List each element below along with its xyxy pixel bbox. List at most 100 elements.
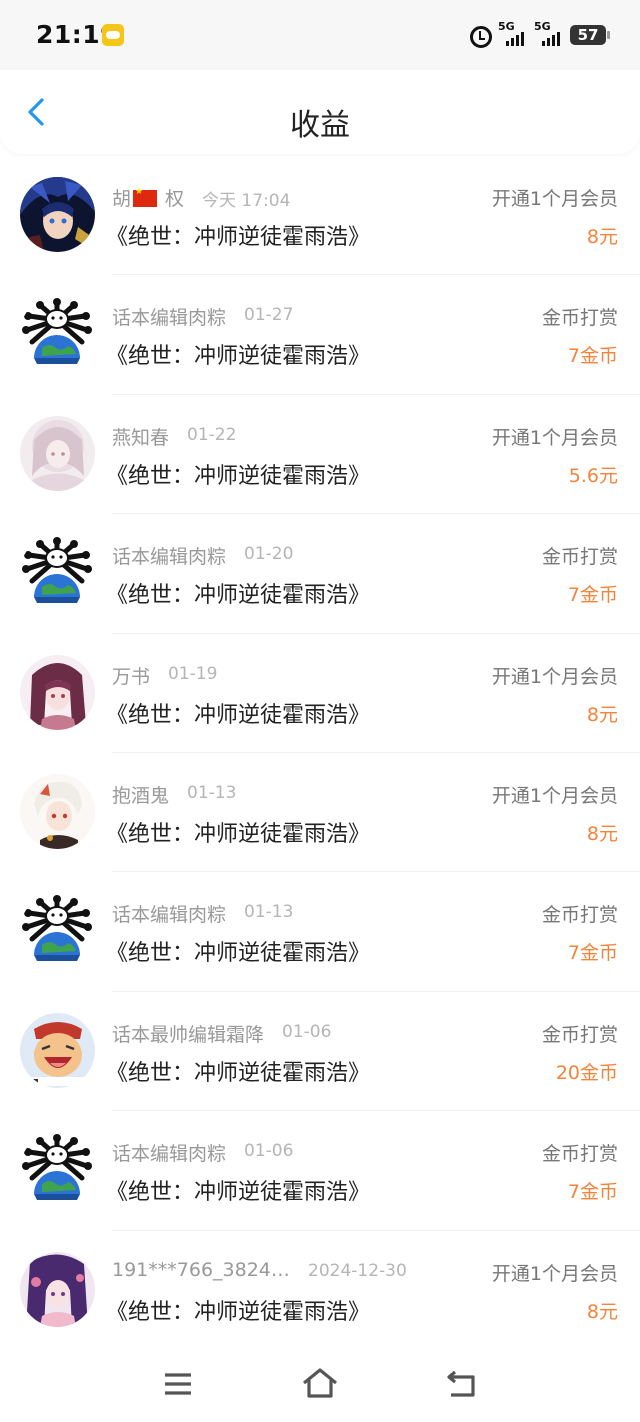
reward-type: 金币打赏	[541, 546, 618, 569]
page-title: 收益	[290, 108, 350, 143]
avatar[interactable]	[20, 177, 95, 252]
timestamp: 01-22	[187, 424, 237, 445]
alarm-clock-icon	[468, 23, 492, 48]
book-title: 《绝世：冲师逆徒霍雨浩》	[106, 344, 371, 370]
return-icon	[447, 1370, 475, 1397]
header: 收益	[0, 70, 640, 154]
book-title: 《绝世：冲师逆徒霍雨浩》	[106, 1299, 371, 1325]
menu-button[interactable]	[158, 1366, 198, 1402]
list-item[interactable]: 万书 01-19 《绝世：冲师逆徒霍雨浩》 开通1个月会员 8元	[0, 634, 640, 753]
list-item[interactable]: 燕知春 01-22 《绝世：冲师逆徒霍雨浩》 开通1个月会员 5.6元	[0, 395, 640, 515]
list-item[interactable]: 胡 权今天 17:04 《绝世：冲师逆徒霍雨浩》 开通1个月会员 8元	[0, 156, 640, 276]
user-name: 胡 权	[112, 184, 184, 211]
menu-icon	[165, 1373, 191, 1395]
user-name-text: 191***766_3824…	[112, 1258, 290, 1281]
user-name-text: 话本编辑肉粽	[112, 307, 227, 330]
book-title: 《绝世：冲师逆徒霍雨浩》	[106, 702, 371, 728]
reward-type: 金币打赏	[541, 1023, 618, 1046]
earning-amount: 7金币	[567, 942, 618, 965]
earning-amount: 7金币	[567, 584, 618, 607]
earning-amount: 8元	[586, 226, 618, 248]
earning-amount: 8元	[586, 822, 618, 845]
list-item[interactable]: 话本编辑肉粽 01-20 《绝世：冲师逆徒霍雨浩》 金币打赏 7金币	[0, 514, 640, 634]
avatar[interactable]	[20, 773, 95, 849]
timestamp: 今天 17:04	[202, 191, 291, 211]
user-name: 万书	[112, 662, 150, 689]
book-title: 《绝世：冲师逆徒霍雨浩》	[106, 941, 371, 967]
battery-level: 57	[577, 26, 599, 44]
user-name-text: 燕知春	[112, 426, 170, 449]
book-title: 《绝世：冲师逆徒霍雨浩》	[106, 225, 371, 250]
avatar[interactable]	[20, 535, 95, 611]
timestamp: 01-13	[244, 902, 294, 923]
timestamp: 01-20	[244, 544, 294, 565]
book-title: 《绝世：冲师逆徒霍雨浩》	[106, 463, 371, 489]
earning-amount: 7金币	[567, 345, 618, 368]
home-button[interactable]	[300, 1366, 340, 1402]
earning-amount: 20金币	[555, 1061, 618, 1084]
user-name-part: 胡	[112, 188, 132, 210]
user-name: 话本编辑肉粽	[112, 1139, 226, 1166]
signal-strength-icon: 5G	[498, 20, 528, 48]
reward-type: 开通1个月会员	[491, 188, 618, 210]
reward-type: 开通1个月会员	[491, 426, 618, 449]
user-name: 话本编辑肉粽	[112, 900, 226, 927]
user-name-part: 权	[159, 188, 185, 210]
status-indicators: 5G 5G 57	[468, 20, 610, 50]
back-nav-button[interactable]	[442, 1366, 482, 1402]
user-name-text: 话本编辑肉粽	[112, 904, 227, 927]
user-name-text: 话本最帅编辑霜降	[112, 1023, 265, 1046]
earning-amount: 5.6元	[568, 464, 618, 487]
china-flag-icon	[133, 187, 158, 207]
user-name: 抱酒鬼	[112, 781, 169, 808]
list-item[interactable]: 话本编辑肉粽 01-13 《绝世：冲师逆徒霍雨浩》 金币打赏 7金币	[0, 872, 640, 992]
system-nav-bar	[0, 1346, 640, 1422]
avatar[interactable]	[20, 415, 95, 491]
book-title: 《绝世：冲师逆徒霍雨浩》	[106, 821, 371, 847]
user-name-text: 话本编辑肉粽	[112, 546, 227, 569]
avatar[interactable]	[20, 1132, 95, 1208]
timestamp: 01-06	[282, 1021, 332, 1042]
reward-type: 开通1个月会员	[491, 665, 618, 688]
list-item[interactable]: 抱酒鬼 01-13 《绝世：冲师逆徒霍雨浩》 开通1个月会员 8元	[0, 753, 640, 873]
earning-amount: 8元	[586, 1300, 618, 1323]
user-name: 话本编辑肉粽	[112, 542, 226, 569]
timestamp: 2024-12-30	[308, 1260, 407, 1281]
user-name: 话本编辑肉粽	[112, 303, 226, 330]
earning-amount: 7金币	[567, 1181, 618, 1204]
user-name-text: 话本编辑肉粽	[112, 1143, 227, 1166]
user-name: 191***766_3824…	[112, 1259, 290, 1281]
reward-type: 开通1个月会员	[491, 1262, 618, 1285]
signal-strength-icon: 5G	[534, 20, 564, 48]
timestamp: 01-06	[244, 1141, 294, 1162]
avatar[interactable]	[20, 296, 95, 372]
list-item[interactable]: 话本编辑肉粽 01-27 《绝世：冲师逆徒霍雨浩》 金币打赏 7金币	[0, 275, 640, 395]
timestamp: 01-19	[168, 663, 218, 684]
list-item[interactable]: 话本编辑肉粽 01-06 《绝世：冲师逆徒霍雨浩》 金币打赏 7金币	[0, 1111, 640, 1231]
reward-type: 金币打赏	[541, 307, 618, 330]
book-title: 《绝世：冲师逆徒霍雨浩》	[106, 1060, 371, 1086]
book-title: 《绝世：冲师逆徒霍雨浩》	[106, 583, 371, 609]
timestamp: 01-27	[244, 305, 294, 326]
user-name: 燕知春	[112, 423, 169, 450]
reward-type: 金币打赏	[541, 1143, 618, 1166]
reward-type: 开通1个月会员	[491, 784, 618, 807]
home-icon	[302, 1368, 338, 1398]
user-name-text: 万书	[112, 665, 151, 688]
earnings-list: 胡 权今天 17:04《绝世：冲师逆徒霍雨浩》开通1个月会员8元话本编辑肉粽01…	[0, 156, 640, 1350]
avatar[interactable]	[20, 893, 95, 969]
game-controller-icon	[102, 24, 124, 46]
user-name-text: 抱酒鬼	[112, 784, 170, 807]
status-bar: 21:19 5G 5G 57	[0, 0, 640, 70]
avatar[interactable]	[20, 654, 95, 730]
book-title: 《绝世：冲师逆徒霍雨浩》	[106, 1180, 371, 1206]
earning-amount: 8元	[586, 703, 618, 726]
timestamp: 01-13	[187, 782, 237, 803]
list-item[interactable]: 191***766_3824… 2024-12-30 《绝世：冲师逆徒霍雨浩》 开通1…	[0, 1231, 640, 1350]
user-name: 话本最帅编辑霜降	[112, 1020, 264, 1047]
battery-icon: 57	[570, 25, 610, 45]
avatar[interactable]	[20, 1012, 95, 1088]
list-item[interactable]: 话本最帅编辑霜降 01-06 《绝世：冲师逆徒霍雨浩》 金币打赏 20金币	[0, 992, 640, 1112]
reward-type: 金币打赏	[541, 904, 618, 927]
avatar[interactable]	[20, 1251, 95, 1327]
